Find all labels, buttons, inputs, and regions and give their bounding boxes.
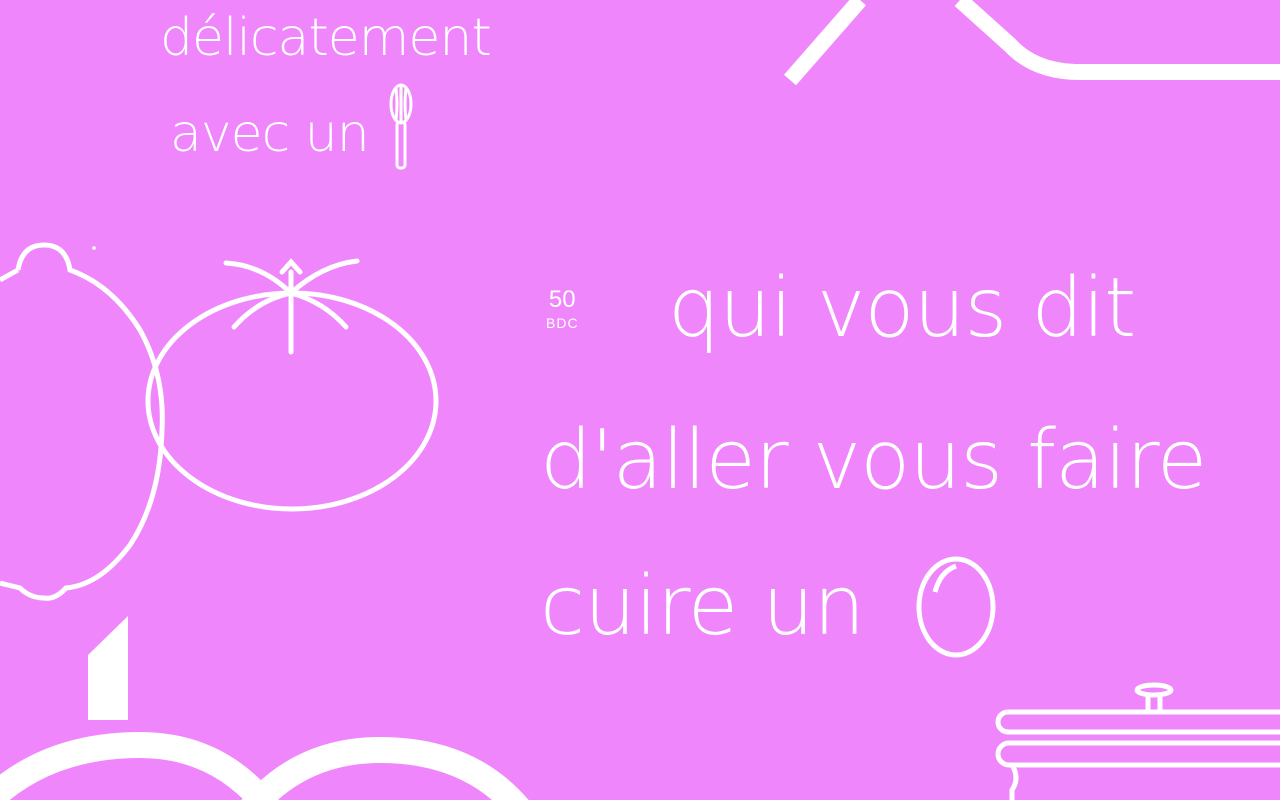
main-text-line-1: qui vous dit	[668, 261, 1136, 356]
top-text-line-1: délicatement	[160, 8, 492, 68]
egg-icon	[916, 556, 996, 658]
main-text-line-3: cuire un	[540, 559, 865, 654]
top-right-shape	[783, 0, 1280, 86]
main-text-line-2: d'aller vous faire	[540, 413, 1207, 508]
tomato-icon	[145, 258, 439, 512]
bottom-left-rings	[0, 731, 529, 800]
bottom-left-bracket	[88, 616, 128, 720]
badge: 50 BDC	[546, 286, 579, 331]
top-right-shape-right-stroke	[954, 0, 1280, 80]
badge-number: 50	[548, 286, 576, 313]
whisk-icon	[389, 83, 413, 170]
lemon-icon	[0, 242, 165, 601]
top-text-line-2: avec un	[170, 104, 370, 164]
bottom-left-shapes	[88, 616, 128, 720]
badge-label: BDC	[546, 315, 579, 331]
top-right-shape-left-stroke	[783, 0, 867, 86]
cooking-pot-icon	[995, 682, 1280, 800]
